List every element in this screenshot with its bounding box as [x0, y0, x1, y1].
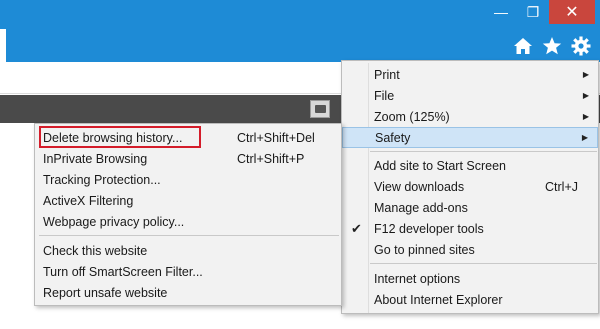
- home-icon[interactable]: [513, 36, 533, 56]
- menu-item-internet-options[interactable]: Internet options: [342, 268, 598, 289]
- navigation-bar: [0, 29, 600, 62]
- menu-item-webpage-privacy-policy[interactable]: Webpage privacy policy...: [35, 211, 341, 232]
- menu-item-f12-developer-tools[interactable]: ✔ F12 developer tools: [342, 218, 598, 239]
- menu-item-file[interactable]: File ▶: [342, 85, 598, 106]
- star-icon-glyph: [542, 37, 562, 55]
- menu-item-label: Zoom (125%): [374, 109, 450, 124]
- menu-item-label: View downloads: [374, 179, 465, 194]
- menu-item-label: File: [374, 88, 395, 103]
- menu-item-safety[interactable]: Safety ▶: [342, 127, 598, 148]
- feedback-icon-glyph: [314, 105, 326, 113]
- menu-item-turn-off-smartscreen-filter[interactable]: Turn off SmartScreen Filter...: [35, 261, 341, 282]
- menu-item-label: InPrivate Browsing: [43, 151, 148, 166]
- submenu-arrow-icon: ▶: [582, 112, 589, 121]
- gear-icon-glyph: [571, 36, 591, 56]
- menu-item-label: Tracking Protection...: [43, 172, 161, 187]
- menu-item-label: Internet options: [374, 271, 461, 286]
- menu-item-activex-filtering[interactable]: ActiveX Filtering: [35, 190, 341, 211]
- menu-separator: [370, 151, 597, 152]
- menu-item-shortcut: Ctrl+Shift+P: [237, 151, 305, 166]
- menu-separator: [370, 263, 597, 264]
- menu-item-label: Manage add-ons: [374, 200, 468, 215]
- annotation-highlight-box: [39, 126, 201, 148]
- menu-item-label: Add site to Start Screen: [374, 158, 507, 173]
- menu-item-tracking-protection[interactable]: Tracking Protection...: [35, 169, 341, 190]
- favorites-star-icon[interactable]: [542, 36, 562, 56]
- home-icon-glyph: [514, 38, 532, 54]
- feedback-icon[interactable]: [310, 100, 330, 118]
- address-bar-edge: [0, 29, 6, 62]
- submenu-arrow-icon: ▶: [582, 91, 589, 100]
- maximize-button[interactable]: ❐: [519, 0, 547, 24]
- menu-item-view-downloads[interactable]: View downloads Ctrl+J: [342, 176, 598, 197]
- menu-item-add-site-to-start-screen[interactable]: Add site to Start Screen: [342, 155, 598, 176]
- menu-item-label: About Internet Explorer: [374, 292, 503, 307]
- tools-menu: Print ▶ File ▶ Zoom (125%) ▶ Safety ▶ Ad…: [341, 60, 599, 314]
- menu-separator: [39, 235, 339, 236]
- menu-item-label: Safety: [375, 130, 411, 145]
- menu-item-check-this-website[interactable]: Check this website: [35, 240, 341, 261]
- menu-item-label: Check this website: [43, 243, 148, 258]
- checkmark-icon: ✔: [351, 220, 362, 236]
- menu-item-inprivate-browsing[interactable]: InPrivate Browsing Ctrl+Shift+P: [35, 148, 341, 169]
- minimize-button[interactable]: —: [487, 0, 515, 24]
- menu-item-label: Go to pinned sites: [374, 242, 475, 257]
- menu-item-print[interactable]: Print ▶: [342, 64, 598, 85]
- menu-item-label: Report unsafe website: [43, 285, 168, 300]
- submenu-arrow-icon: ▶: [582, 70, 589, 79]
- menu-item-label: Print: [374, 67, 400, 82]
- menu-item-label: Webpage privacy policy...: [43, 214, 185, 229]
- menu-item-label: Turn off SmartScreen Filter...: [43, 264, 203, 279]
- safety-submenu: Delete browsing history... Ctrl+Shift+De…: [34, 123, 342, 306]
- menu-item-label: ActiveX Filtering: [43, 193, 134, 208]
- menu-item-shortcut: Ctrl+Shift+Del: [237, 130, 315, 145]
- submenu-arrow-icon: ▶: [581, 133, 588, 142]
- menu-item-shortcut: Ctrl+J: [545, 179, 578, 194]
- menu-item-go-to-pinned-sites[interactable]: Go to pinned sites: [342, 239, 598, 260]
- menu-item-about-internet-explorer[interactable]: About Internet Explorer: [342, 289, 598, 310]
- menu-item-manage-add-ons[interactable]: Manage add-ons: [342, 197, 598, 218]
- menu-item-label: F12 developer tools: [374, 221, 484, 236]
- menu-item-zoom[interactable]: Zoom (125%) ▶: [342, 106, 598, 127]
- close-button[interactable]: ✕: [549, 0, 595, 24]
- tools-gear-icon[interactable]: [571, 36, 591, 56]
- menu-item-report-unsafe-website[interactable]: Report unsafe website: [35, 282, 341, 303]
